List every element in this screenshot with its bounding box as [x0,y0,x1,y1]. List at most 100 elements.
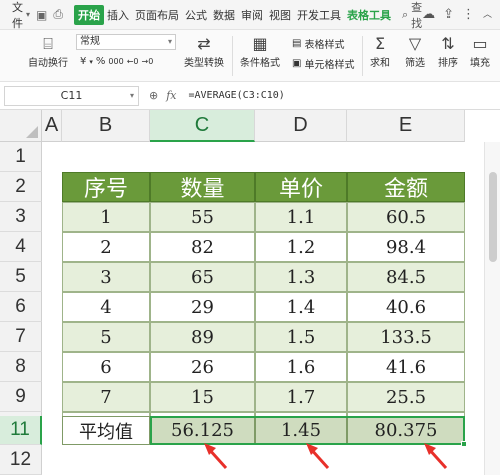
fill-handle[interactable] [461,441,467,447]
tab-data[interactable]: 数据 [210,7,238,23]
zoom-icon[interactable]: ⊕ [149,89,158,102]
file-menu[interactable]: 文件 [12,0,23,31]
data-cell-qty[interactable]: 82 [150,232,255,262]
data-cell-amount[interactable]: 41.6 [347,352,465,382]
filter-button[interactable]: ▽ 筛选 [405,34,425,69]
collapse-icon[interactable]: ︿ [483,7,492,22]
data-cell-amount[interactable]: 40.6 [347,292,465,322]
data-cell-seq[interactable]: 2 [62,232,150,262]
name-box[interactable]: C11 ▾ [4,85,139,106]
select-all-corner[interactable] [0,110,42,142]
share-icon[interactable]: ⇪ [443,7,454,22]
search-icon: ⌕ [401,7,409,21]
table-style-button[interactable]: ▤ 表格样式 [292,36,344,51]
row-header-12[interactable]: 12 [0,445,42,475]
row-header-8[interactable]: 8 [0,352,42,382]
row-header-5[interactable]: 5 [0,262,42,292]
chevron-down-icon[interactable]: ▾ [89,58,93,66]
row-header-2[interactable]: 2 [0,172,42,202]
formula-bar: C11 ▾ ⊕ fx =AVERAGE(C3:C10) [0,82,500,110]
row-header-9[interactable]: 9 [0,382,42,412]
formula-input[interactable]: =AVERAGE(C3:C10) [189,90,285,101]
tab-view[interactable]: 视图 [266,7,294,23]
search-box[interactable]: ⌕ 查找 [402,0,422,31]
wrap-text-label: 自动换行 [28,58,68,69]
print-icon[interactable]: ⎙ [53,7,63,23]
row-header-6[interactable]: 6 [0,292,42,322]
data-cell-seq[interactable]: 7 [62,382,150,412]
row-header-1[interactable]: 1 [0,142,42,172]
data-cell-amount[interactable]: 133.5 [347,322,465,352]
data-cell-price[interactable]: 1.4 [255,292,347,322]
tab-home[interactable]: 开始 [73,4,104,25]
data-cell-seq[interactable]: 4 [62,292,150,322]
fx-icon[interactable]: fx [166,89,176,102]
conditional-format-button[interactable]: ▦ 条件格式 [240,34,280,69]
cell-style-button[interactable]: ▣ 单元格样式 [292,56,354,71]
currency-button[interactable]: ¥ [80,56,86,67]
data-cell-qty[interactable]: 15 [150,382,255,412]
more-icon[interactable]: ⋮ [462,7,475,22]
formula-icons: ⊕ fx [149,89,177,102]
scroll-thumb[interactable] [489,172,497,262]
tab-developer[interactable]: 开发工具 [294,7,344,23]
average-label-cell[interactable]: 平均值 [62,416,150,445]
number-format-select[interactable]: 常规 ▾ [76,34,176,50]
decrease-decimal-button[interactable]: →0 [141,57,153,66]
data-cell-price[interactable]: 1.1 [255,202,347,232]
sort-label: 排序 [438,58,458,69]
wrap-text-button[interactable]: ⌸ 自动换行 [28,34,68,69]
percent-button[interactable]: % [96,56,106,67]
save-icon[interactable]: ▣ [36,7,47,23]
header-cell-seq[interactable]: 序号 [62,172,150,202]
data-cell-amount[interactable]: 60.5 [347,202,465,232]
cloud-icon[interactable]: ☁ [422,7,435,22]
column-header-c[interactable]: C [150,110,255,142]
fill-button[interactable]: ▭ 填充 [470,34,490,69]
column-header-b[interactable]: B [62,110,150,142]
data-cell-seq[interactable]: 6 [62,352,150,382]
vertical-scrollbar[interactable] [484,142,500,475]
data-cell-price[interactable]: 1.2 [255,232,347,262]
data-cell-amount[interactable]: 25.5 [347,382,465,412]
sum-button[interactable]: Σ 求和 [370,34,390,69]
fill-icon: ▭ [472,34,488,53]
data-cell-seq[interactable]: 5 [62,322,150,352]
data-cell-qty[interactable]: 65 [150,262,255,292]
data-cell-price[interactable]: 1.6 [255,352,347,382]
tab-review[interactable]: 审阅 [238,7,266,23]
header-cell-qty[interactable]: 数量 [150,172,255,202]
tab-page-layout[interactable]: 页面布局 [132,7,182,23]
data-cell-amount[interactable]: 84.5 [347,262,465,292]
number-format-buttons: ¥ ▾ % 000 ←0 →0 [80,56,153,67]
data-cell-price[interactable]: 1.7 [255,382,347,412]
title-right-icons: ☁ ⇪ ⋮ ︿ [422,7,492,22]
data-cell-qty[interactable]: 89 [150,322,255,352]
column-header-e[interactable]: E [347,110,465,142]
type-convert-label: 类型转换 [184,58,224,69]
row-header-7[interactable]: 7 [0,322,42,352]
data-cell-qty[interactable]: 55 [150,202,255,232]
data-cell-price[interactable]: 1.3 [255,262,347,292]
chevron-down-icon[interactable]: ▾ [26,7,30,23]
tab-table-tools[interactable]: 表格工具 [344,7,394,23]
data-cell-seq[interactable]: 1 [62,202,150,232]
data-cell-qty[interactable]: 29 [150,292,255,322]
tab-formulas[interactable]: 公式 [182,7,210,23]
row-header-3[interactable]: 3 [0,202,42,232]
data-cell-price[interactable]: 1.5 [255,322,347,352]
header-cell-price[interactable]: 单价 [255,172,347,202]
column-header-a[interactable]: A [42,110,62,142]
header-cell-amount[interactable]: 金额 [347,172,465,202]
data-cell-amount[interactable]: 98.4 [347,232,465,262]
data-cell-qty[interactable]: 26 [150,352,255,382]
column-header-d[interactable]: D [255,110,347,142]
sort-button[interactable]: ⇅ 排序 [438,34,458,69]
tab-insert[interactable]: 插入 [104,7,132,23]
increase-decimal-button[interactable]: ←0 [127,57,139,66]
data-cell-seq[interactable]: 3 [62,262,150,292]
comma-button[interactable]: 000 [108,57,123,66]
row-header-11[interactable]: 11 [0,416,42,445]
row-header-4[interactable]: 4 [0,232,42,262]
type-convert-button[interactable]: ⇄ 类型转换 [184,34,224,69]
